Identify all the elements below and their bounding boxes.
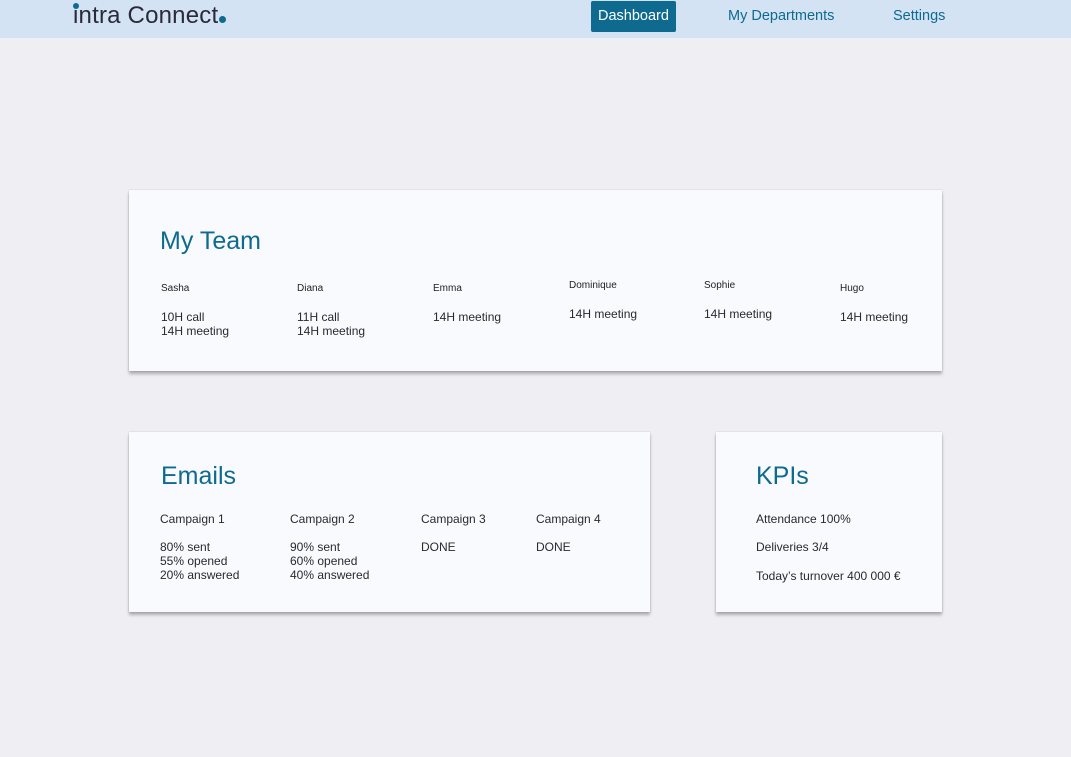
campaign-stats: DONE bbox=[536, 540, 571, 554]
team-member-schedule: 14H meeting bbox=[433, 310, 502, 324]
team-member-schedule: 10H call 14H meeting bbox=[161, 310, 230, 338]
logo-text: intra Connect bbox=[73, 2, 219, 29]
logo-end-dot-icon bbox=[219, 16, 227, 23]
app-logo[interactable]: intra Connect bbox=[73, 2, 227, 30]
logo-dot-icon bbox=[73, 3, 79, 9]
campaign-stats: DONE bbox=[421, 540, 456, 554]
campaign-stats: 90% sent 60% opened 40% answered bbox=[290, 540, 370, 582]
campaign-name: Campaign 2 bbox=[290, 512, 355, 526]
team-member-name: Sasha bbox=[161, 283, 190, 294]
kpi-attendance: Attendance 100% bbox=[756, 512, 851, 526]
campaign-name: Campaign 1 bbox=[160, 512, 225, 526]
team-member-schedule: 14H meeting bbox=[704, 307, 773, 321]
team-card: My Team Sasha 10H call 14H meeting Diana… bbox=[129, 190, 942, 371]
team-member-schedule: 14H meeting bbox=[569, 307, 638, 321]
team-member-name: Dominique bbox=[569, 280, 617, 291]
kpi-turnover: Today’s turnover 400 000 € bbox=[756, 569, 901, 583]
campaign-name: Campaign 4 bbox=[536, 512, 601, 526]
emails-title: Emails bbox=[161, 462, 237, 490]
team-member-schedule: 14H meeting bbox=[840, 310, 909, 324]
team-member-name: Hugo bbox=[840, 283, 864, 294]
nav-settings[interactable]: Settings bbox=[893, 1, 945, 32]
kpis-card: KPIs Attendance 100% Deliveries 3/4 Toda… bbox=[716, 432, 942, 612]
campaign-name: Campaign 3 bbox=[421, 512, 486, 526]
team-member-name: Sophie bbox=[704, 280, 736, 291]
nav-my-departments[interactable]: My Departments bbox=[728, 1, 834, 32]
team-title: My Team bbox=[160, 227, 261, 255]
emails-card: Emails Campaign 1 80% sent 55% opened 20… bbox=[129, 432, 650, 612]
nav-dashboard[interactable]: Dashboard bbox=[591, 1, 676, 32]
kpi-deliveries: Deliveries 3/4 bbox=[756, 540, 829, 554]
campaign-stats: 80% sent 55% opened 20% answered bbox=[160, 540, 240, 582]
team-member-name: Diana bbox=[297, 283, 324, 294]
kpis-title: KPIs bbox=[756, 462, 809, 490]
team-member-schedule: 11H call 14H meeting bbox=[297, 310, 366, 338]
team-member-name: Emma bbox=[433, 283, 462, 294]
top-nav-bar: intra Connect Dashboard My Departments S… bbox=[0, 0, 1071, 38]
